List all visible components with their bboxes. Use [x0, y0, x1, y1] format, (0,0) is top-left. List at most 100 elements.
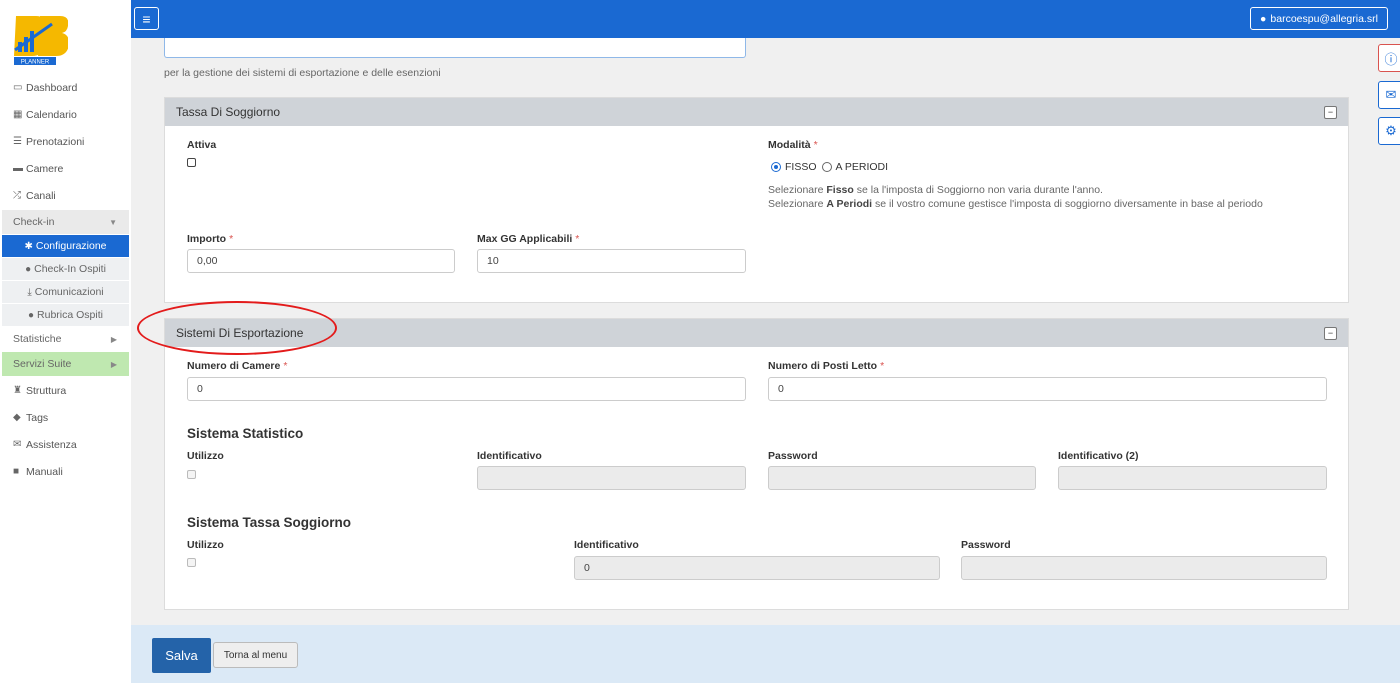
- collapse-button[interactable]: −: [1324, 326, 1337, 340]
- sidebar-group-checkin[interactable]: Check-in ▼: [2, 210, 129, 234]
- sidebar-item-struttura[interactable]: ♜ Struttura: [0, 377, 131, 404]
- attiva-checkbox[interactable]: [187, 158, 196, 167]
- top-text-input[interactable]: [164, 38, 746, 58]
- radio-fisso[interactable]: [771, 162, 781, 172]
- sidebar-item-calendario[interactable]: ▦ Calendario: [0, 101, 131, 128]
- building-icon: ♜: [13, 385, 22, 396]
- back-to-menu-button[interactable]: Torna al menu: [213, 642, 298, 668]
- annotation-ellipse: [137, 301, 337, 355]
- sidebar-subitem-comunicazioni[interactable]: ⤓ Comunicazioni: [2, 281, 129, 303]
- utilizzo-statistico-checkbox[interactable]: [187, 470, 196, 479]
- help-line-2: Selezionare A Periodi se il vostro comun…: [768, 197, 1263, 211]
- sidebar-group-label: Check-in: [13, 216, 55, 228]
- identificativo-label: Identificativo: [477, 450, 542, 462]
- sidebar-item-tags[interactable]: ◆ Tags: [0, 404, 131, 431]
- user-menu-button[interactable]: ● barcoespu@allegria.srl: [1250, 7, 1388, 30]
- sidebar-subitem-rubrica-ospiti[interactable]: ● Rubrica Ospiti: [2, 304, 129, 326]
- sidebar-subitem-configurazione[interactable]: ✱ Configurazione: [2, 235, 129, 257]
- info-button[interactable]: ⓘ: [1378, 44, 1400, 72]
- required-marker: *: [880, 360, 885, 372]
- settings-button[interactable]: ⚙: [1378, 117, 1400, 145]
- gears-icon: ⚙: [1385, 123, 1397, 138]
- logo[interactable]: PLANNER: [12, 14, 68, 66]
- sidebar-item-label: Prenotazioni: [26, 135, 85, 148]
- save-button[interactable]: Salva: [152, 638, 211, 673]
- password-input[interactable]: [768, 466, 1036, 490]
- sidebar-item-assistenza[interactable]: ✉ Assistenza: [0, 431, 131, 458]
- download-icon: ⤓: [27, 286, 32, 298]
- password2-input[interactable]: [961, 556, 1327, 580]
- footer-bar: Salva Torna al menu: [131, 625, 1400, 683]
- modalita-label: Modalità *: [768, 139, 818, 151]
- sidebar-item-label: Assistenza: [26, 438, 77, 451]
- help-line-1: Selezionare Fisso se la l'imposta di Sog…: [768, 183, 1263, 197]
- user-icon: ●: [1260, 12, 1267, 25]
- camere-label: Numero di Camere *: [187, 360, 287, 372]
- sidebar-item-canali[interactable]: ⤮ Canali: [0, 182, 131, 209]
- mail-button[interactable]: ✉: [1378, 81, 1400, 109]
- sidebar-group-servizi-suite[interactable]: Servizi Suite ▶: [2, 352, 129, 376]
- caret-right-icon: ▶: [110, 359, 117, 369]
- help-text: Selezionare: [768, 184, 827, 196]
- help-text: Selezionare: [768, 198, 827, 210]
- sidebar-item-prenotazioni[interactable]: ☰ Prenotazioni: [0, 128, 131, 155]
- logo-text: PLANNER: [21, 60, 50, 66]
- help-bold: Fisso: [826, 184, 854, 196]
- sidebar-item-label: Calendario: [26, 108, 77, 121]
- camere-label-text: Numero di Camere: [187, 360, 281, 372]
- list-icon: ☰: [13, 136, 22, 147]
- caret-down-icon: ▼: [109, 217, 117, 227]
- password2-label: Password: [961, 539, 1011, 551]
- utilizzo-label: Utilizzo: [187, 450, 224, 462]
- utilizzo-tassa-checkbox[interactable]: [187, 558, 196, 567]
- help-bold: A Periodi: [826, 198, 873, 210]
- panel-tassa-soggiorno: Tassa Di Soggiorno − Attiva Modalità * FI…: [164, 97, 1349, 303]
- desktop-icon: ▭: [13, 82, 23, 93]
- panel-sistemi-esportazione: Sistemi Di Esportazione − Numero di Came…: [164, 318, 1349, 610]
- menu-toggle-button[interactable]: ≡: [134, 7, 159, 30]
- importo-input[interactable]: 0,00: [187, 249, 455, 273]
- required-marker: *: [283, 360, 288, 372]
- identificativo3-input[interactable]: 0: [574, 556, 940, 580]
- radio-periodi-label: A PERIODI: [835, 161, 889, 173]
- sidebar-item-label: Canali: [26, 189, 56, 202]
- tags-icon: ◆: [13, 412, 21, 423]
- help-text: per la gestione dei sistemi di esportazi…: [164, 67, 441, 79]
- sidebar-nav: ▭ Dashboard ▦ Calendario ☰ Prenotazioni ▬ Ca…: [0, 74, 131, 485]
- user-icon: ●: [25, 263, 32, 275]
- posti-letto-input[interactable]: 0: [768, 377, 1327, 401]
- help-text: se la l'imposta di Soggiorno non varia d…: [853, 184, 1103, 196]
- bed-icon: ▬: [13, 163, 23, 174]
- required-marker: *: [229, 233, 234, 245]
- random-icon: ⤮: [13, 190, 21, 201]
- panel-title: Tassa Di Soggiorno: [176, 105, 281, 119]
- password-label: Password: [768, 450, 818, 462]
- sidebar-group-statistiche[interactable]: Statistiche ▶: [2, 327, 129, 351]
- sidebar-item-camere[interactable]: ▬ Camere: [0, 155, 131, 182]
- camere-input[interactable]: 0: [187, 377, 746, 401]
- collapse-button[interactable]: −: [1324, 105, 1337, 119]
- radio-fisso-label: FISSO: [785, 161, 817, 173]
- sidebar-item-label: Tags: [26, 411, 49, 424]
- maxgg-input[interactable]: 10: [477, 249, 746, 273]
- panel-header: Tassa Di Soggiorno −: [165, 98, 1348, 126]
- info-icon: ⓘ: [1384, 51, 1398, 67]
- sidebar-item-dashboard[interactable]: ▭ Dashboard: [0, 74, 131, 101]
- sidebar-subitem-label: Configurazione: [35, 240, 107, 252]
- sidebar-item-manuali[interactable]: ■ Manuali: [0, 458, 131, 485]
- caret-right-icon: ▶: [110, 334, 117, 344]
- identificativo2-label: Identificativo (2): [1058, 450, 1139, 462]
- modalita-label-text: Modalità: [768, 139, 811, 151]
- attiva-label: Attiva: [187, 139, 217, 151]
- sistema-statistico-title: Sistema Statistico: [187, 426, 304, 441]
- calendar-icon: ▦: [13, 109, 23, 120]
- required-marker: *: [813, 139, 818, 151]
- minus-icon: −: [1327, 106, 1334, 117]
- radio-periodi[interactable]: [821, 162, 832, 172]
- sidebar-subitem-checkin-ospiti[interactable]: ● Check-In Ospiti: [2, 258, 129, 280]
- user-email: barcoespu@allegria.srl: [1270, 12, 1378, 25]
- identificativo-input[interactable]: [477, 466, 746, 490]
- posti-letto-label: Numero di Posti Letto *: [768, 360, 884, 372]
- sidebar-group-label: Servizi Suite: [13, 358, 72, 370]
- identificativo2-input[interactable]: [1058, 466, 1327, 490]
